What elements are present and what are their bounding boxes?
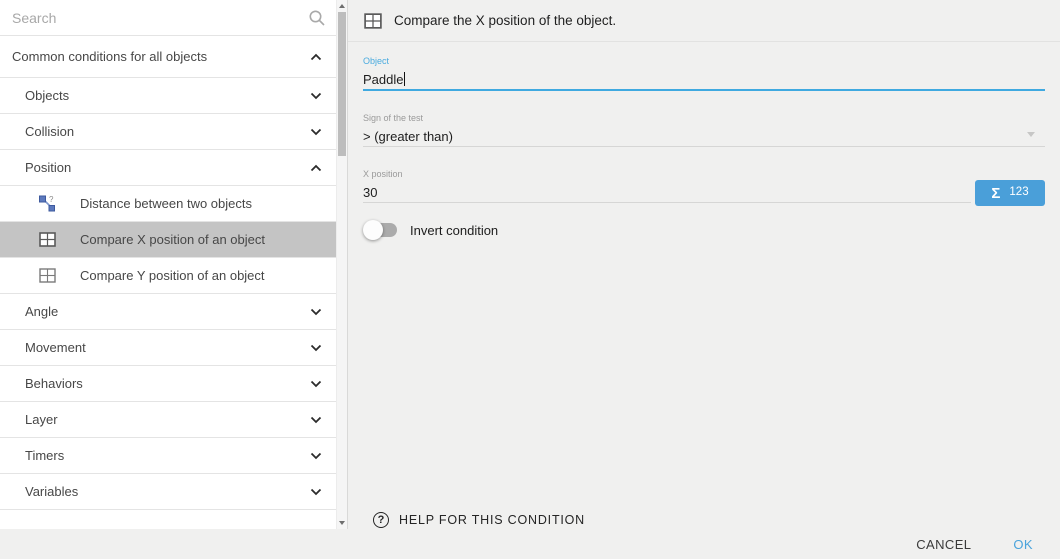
- x-position-field-value[interactable]: 30: [363, 184, 971, 202]
- sidebar-partial-row: [0, 510, 336, 521]
- chevron-down-icon: [310, 344, 322, 352]
- object-field-value[interactable]: Paddle: [363, 71, 1045, 89]
- chevron-down-icon: [310, 488, 322, 496]
- condition-header: Compare the X position of the object.: [348, 0, 1060, 42]
- chevron-up-icon: [310, 53, 322, 61]
- sidebar-item-distance-between-two-objects[interactable]: ? Distance between two objects: [0, 186, 336, 222]
- chevron-down-icon: [310, 452, 322, 460]
- sidebar-item-label: Timers: [25, 448, 310, 463]
- chevron-down-icon: [310, 380, 322, 388]
- sidebar-item-variables[interactable]: Variables: [0, 474, 336, 510]
- sidebar-item-layer[interactable]: Layer: [0, 402, 336, 438]
- chevron-down-icon: [310, 308, 322, 316]
- sidebar-item-label: Distance between two objects: [80, 196, 322, 211]
- expression-editor-button[interactable]: Σ 123: [975, 180, 1045, 206]
- condition-description: Compare the X position of the object.: [394, 13, 616, 28]
- text-caret: [404, 72, 405, 86]
- object-field-underline: [363, 89, 1045, 91]
- sidebar-item-angle[interactable]: Angle: [0, 294, 336, 330]
- sign-of-test-select[interactable]: Sign of the test > (greater than): [363, 113, 1045, 147]
- sidebar-item-timers[interactable]: Timers: [0, 438, 336, 474]
- search-row: [0, 0, 336, 36]
- sidebar-item-label: Objects: [25, 88, 310, 103]
- search-input[interactable]: [12, 10, 302, 26]
- sidebar-item-compare-x-position[interactable]: Compare X position of an object: [0, 222, 336, 258]
- x-position-field[interactable]: X position 30: [363, 169, 971, 203]
- scrollbar-thumb[interactable]: [338, 12, 346, 156]
- sidebar-item-label: Variables: [25, 484, 310, 499]
- chevron-down-icon: [310, 92, 322, 100]
- sidebar-item-label: Common conditions for all objects: [12, 49, 310, 64]
- chevron-down-icon: [310, 416, 322, 424]
- compare-x-icon: [38, 230, 57, 249]
- cancel-button[interactable]: CANCEL: [916, 537, 971, 552]
- help-icon: ?: [373, 512, 389, 528]
- sidebar-item-label: Angle: [25, 304, 310, 319]
- condition-editor-panel: Compare the X position of the object. Ob…: [348, 0, 1060, 559]
- ok-button[interactable]: OK: [1013, 537, 1033, 552]
- sign-field-label: Sign of the test: [363, 113, 1045, 124]
- sidebar-item-label: Behaviors: [25, 376, 310, 391]
- compare-y-icon: [38, 266, 57, 285]
- object-field[interactable]: Object Paddle: [363, 56, 1045, 91]
- sidebar-item-label: Layer: [25, 412, 310, 427]
- sign-field-value[interactable]: > (greater than): [363, 128, 1045, 146]
- object-field-label: Object: [363, 56, 1045, 67]
- scrollbar-down-arrow[interactable]: [337, 517, 347, 529]
- help-button-label: HELP FOR THIS CONDITION: [399, 513, 585, 527]
- dropdown-arrow-icon: [1027, 132, 1035, 137]
- search-icon: [308, 9, 326, 27]
- toggle-thumb: [363, 220, 383, 240]
- sidebar-item-label: Collision: [25, 124, 310, 139]
- invert-condition-toggle[interactable]: [363, 220, 397, 240]
- svg-text:?: ?: [49, 195, 54, 204]
- x-position-field-label: X position: [363, 169, 971, 180]
- sidebar-scrollbar[interactable]: [336, 0, 347, 529]
- distance-icon: ?: [38, 194, 57, 213]
- compare-position-icon: [363, 11, 383, 31]
- chevron-down-icon: [310, 128, 322, 136]
- sidebar-item-label: Movement: [25, 340, 310, 355]
- invert-condition-label: Invert condition: [410, 223, 498, 238]
- sigma-icon: Σ: [991, 186, 1000, 201]
- chevron-up-icon: [310, 164, 322, 172]
- sidebar-item-label: Position: [25, 160, 310, 175]
- sidebar-item-label: Compare Y position of an object: [80, 268, 322, 283]
- condition-chooser-sidebar: Common conditions for all objects Object…: [0, 0, 348, 529]
- sidebar-item-common-conditions[interactable]: Common conditions for all objects: [0, 36, 336, 78]
- x-position-field-underline: [363, 202, 971, 203]
- sidebar-item-movement[interactable]: Movement: [0, 330, 336, 366]
- help-for-condition-button[interactable]: ? HELP FOR THIS CONDITION: [373, 512, 585, 528]
- sidebar-item-label: Compare X position of an object: [80, 232, 322, 247]
- sidebar-item-position[interactable]: Position: [0, 150, 336, 186]
- expression-button-label: 123: [1009, 187, 1028, 199]
- sidebar-item-behaviors[interactable]: Behaviors: [0, 366, 336, 402]
- sidebar-item-collision[interactable]: Collision: [0, 114, 336, 150]
- sidebar-item-compare-y-position[interactable]: Compare Y position of an object: [0, 258, 336, 294]
- scrollbar-up-arrow[interactable]: [337, 0, 347, 12]
- sidebar-item-objects[interactable]: Objects: [0, 78, 336, 114]
- sign-field-underline: [363, 146, 1045, 147]
